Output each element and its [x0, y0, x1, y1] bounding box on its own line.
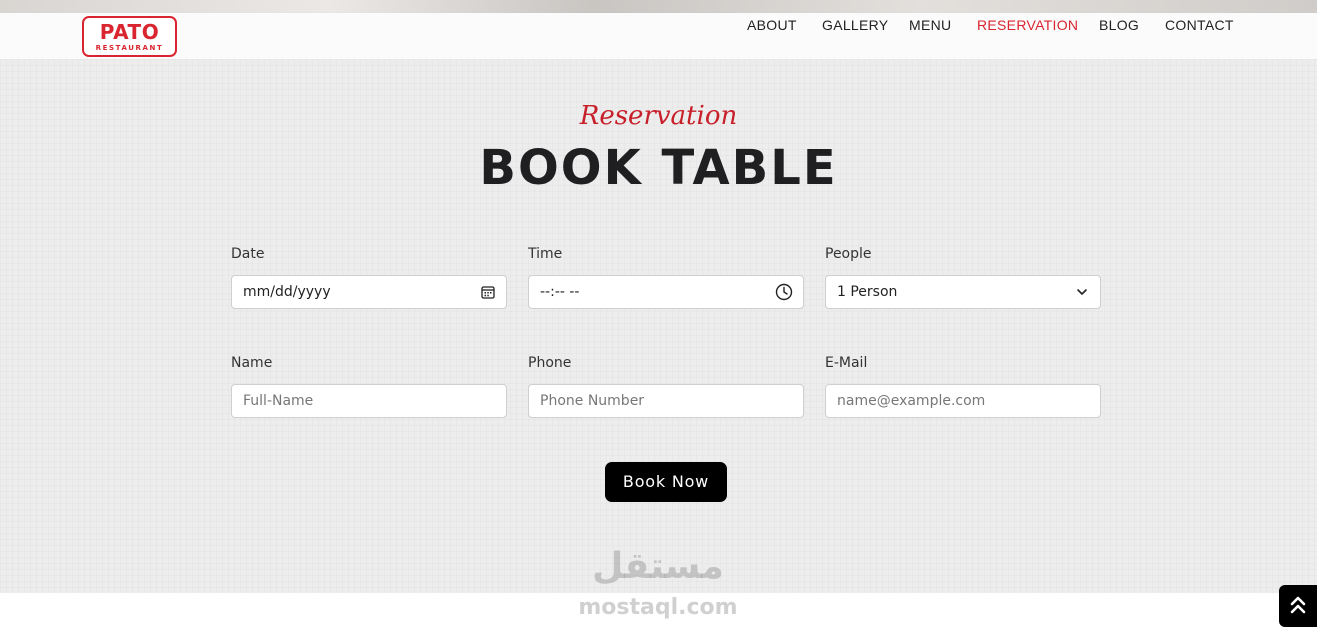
scroll-to-top-button[interactable]	[1279, 585, 1317, 627]
time-input[interactable]: --:-- --	[528, 275, 804, 309]
date-value: mm/dd/yyyy	[243, 284, 331, 300]
date-input[interactable]: mm/dd/yyyy	[231, 275, 507, 309]
double-chevron-up-icon	[1290, 596, 1306, 614]
email-placeholder: name@example.com	[837, 393, 986, 409]
chevron-down-icon	[1077, 289, 1087, 295]
people-value: 1 Person	[837, 284, 898, 300]
header-background-strip	[0, 0, 1317, 13]
time-label: Time	[528, 246, 563, 262]
nav-contact[interactable]: CONTACT	[1165, 13, 1234, 38]
watermark-arabic: مستقل	[592, 546, 724, 587]
clock-icon[interactable]	[775, 283, 793, 301]
book-now-button[interactable]: Book Now	[605, 462, 727, 502]
people-select[interactable]: 1 Person	[825, 275, 1101, 309]
nav-about[interactable]: ABOUT	[747, 13, 797, 38]
time-value: --:-- --	[540, 284, 580, 300]
section-subtitle: Reservation	[579, 101, 738, 131]
phone-placeholder: Phone Number	[540, 393, 645, 409]
date-label: Date	[231, 246, 265, 262]
phone-input[interactable]: Phone Number	[528, 384, 804, 418]
nav-blog[interactable]: BLOG	[1099, 13, 1139, 38]
name-label: Name	[231, 355, 273, 371]
phone-label: Phone	[528, 355, 572, 371]
name-input[interactable]: Full-Name	[231, 384, 507, 418]
logo[interactable]: PATO RESTAURANT	[82, 16, 177, 57]
watermark-latin: mostaql.com	[578, 595, 738, 620]
page-title: BOOK TABLE	[479, 140, 838, 196]
nav-menu[interactable]: MENU	[909, 13, 951, 38]
nav-gallery[interactable]: GALLERY	[822, 13, 888, 38]
logo-name: PATO	[99, 20, 160, 44]
logo-subtitle: RESTAURANT	[95, 44, 164, 52]
email-label: E-Mail	[825, 355, 868, 371]
calendar-icon[interactable]	[480, 284, 496, 300]
nav-reservation[interactable]: RESERVATION	[977, 13, 1078, 38]
navbar: PATO RESTAURANT ABOUT GALLERY MENU RESER…	[0, 13, 1317, 59]
email-input[interactable]: name@example.com	[825, 384, 1101, 418]
name-placeholder: Full-Name	[243, 393, 314, 409]
people-label: People	[825, 246, 872, 262]
